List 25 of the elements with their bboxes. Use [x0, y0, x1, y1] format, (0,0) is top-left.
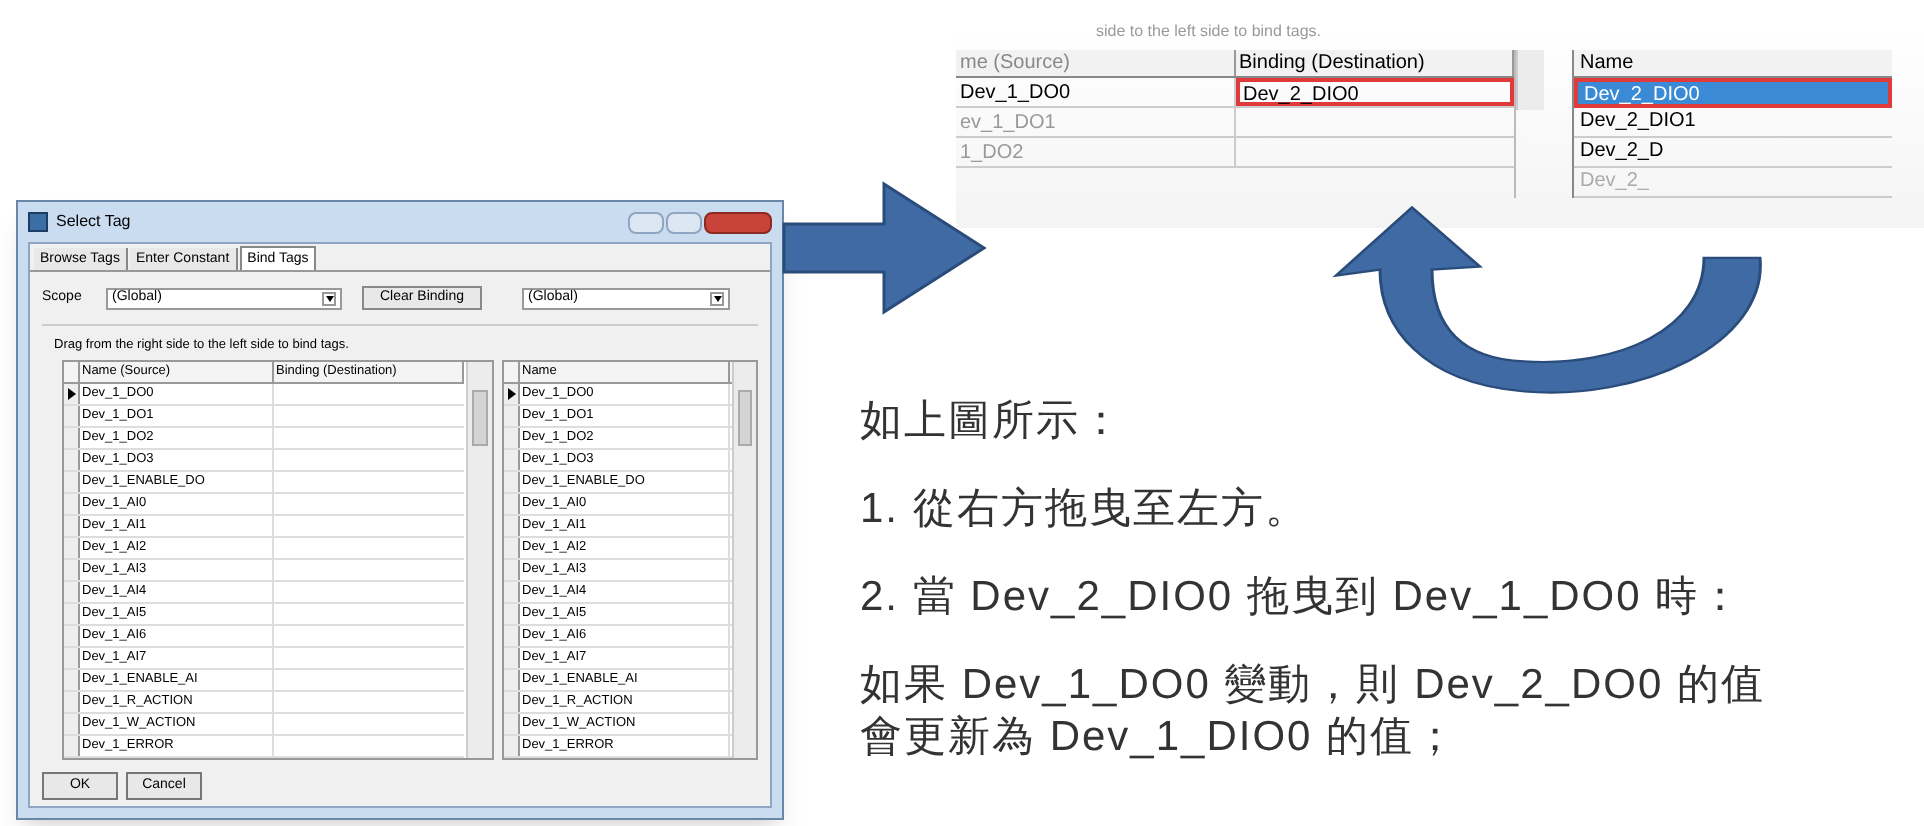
scrollbar[interactable]	[466, 362, 492, 758]
row-selector[interactable]	[64, 384, 80, 404]
list-item[interactable]: Dev_2_DIO1	[1574, 108, 1892, 138]
column-header: me (Source)	[956, 50, 1235, 76]
table-cell[interactable]: Dev_1_DO0	[956, 78, 1235, 106]
note-text: 1. 從右方拖曳至左方。	[860, 484, 1311, 536]
dropdown-arrow-icon	[322, 291, 336, 306]
dropdown-arrow-icon	[710, 291, 724, 306]
note-text: 如上圖所示：	[860, 396, 1126, 448]
window-title: Select Tag	[56, 210, 131, 235]
note-text: 如果 Dev_1_DO0 變動，則 Dev_2_DO0 的值會更新為 Dev_1_DIO0 的值；	[860, 660, 1767, 764]
table-cell[interactable]: Dev_2_DIO0	[1235, 78, 1514, 106]
note-text: 2. 當 Dev_2_DIO0 拖曳到 Dev_1_DO0 時：	[860, 572, 1746, 624]
column-header: Binding (Destination)	[1235, 50, 1514, 76]
instruction-text: side to the left side to bind tags.	[1096, 20, 1322, 44]
list-item[interactable]: Dev_2_DIO0	[1574, 78, 1892, 108]
maximize-button[interactable]	[666, 211, 702, 234]
app-icon	[28, 212, 48, 233]
row-selector[interactable]	[504, 384, 520, 404]
scrollbar[interactable]	[732, 362, 756, 758]
close-button[interactable]	[704, 211, 772, 234]
list-item[interactable]: Dev_2_D	[1574, 138, 1892, 168]
minimize-button[interactable]	[628, 211, 664, 234]
column-header: Name	[1574, 50, 1892, 78]
scrollbar[interactable]	[1516, 50, 1544, 110]
